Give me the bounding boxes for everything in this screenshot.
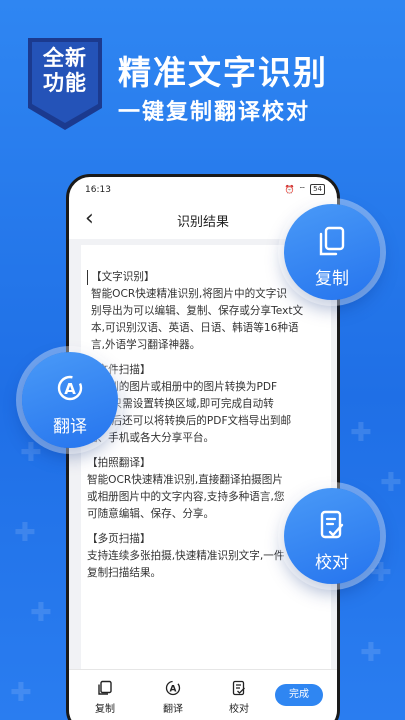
plus-decoration: ✚ [360,638,382,668]
paragraph-scan: 【文件扫描】 识别到的图片或相册中的图片转换为PDF 文档,只需设置转换区域,即… [87,364,292,444]
toolbar-copy-label: 复制 [95,704,115,715]
translate-icon: A [165,680,181,696]
new-feature-badge: 全新 功能 [28,38,102,130]
plus-decoration: ✚ [10,678,32,708]
badge-line-1: 全新 [43,46,87,70]
plus-decoration: ✚ [30,598,52,628]
svg-text:A: A [170,685,177,695]
plus-decoration: ✚ [20,438,42,468]
toolbar-proofread-button[interactable]: 校对 [219,680,259,715]
translate-feature-bubble: A 翻译 [22,352,118,448]
toolbar-translate-button[interactable]: A 翻译 [153,680,193,715]
proofread-bubble-label: 校对 [315,553,349,573]
proofread-feature-bubble: 校对 [284,488,380,584]
done-button[interactable]: 完成 [275,684,323,706]
status-bar: 16:13 ⏰ ⌔ 54 [69,177,337,199]
plus-decoration: ✚ [350,418,372,448]
promo-subtitle: 一键复制翻译校对 [118,100,311,125]
copy-feature-bubble: 复制 [284,204,380,300]
copy-bubble-label: 复制 [315,269,349,289]
plus-decoration: ✚ [380,468,402,498]
svg-text:A: A [64,380,76,398]
badge-line-2: 功能 [43,71,87,95]
toolbar-proofread-label: 校对 [229,704,249,715]
battery-icon: 54 [310,184,325,195]
bottom-toolbar: 复制 A 翻译 校对 完成 [69,669,337,720]
copy-icon [98,680,112,695]
toolbar-copy-button[interactable]: 复制 [85,680,125,715]
promo-title: 精准文字识别 [118,53,328,92]
copy-icon [319,226,345,256]
status-time: 16:13 [85,185,111,195]
translate-bubble-label: 翻译 [53,417,87,437]
alarm-icon: ⏰ [284,185,295,194]
plus-decoration: ✚ [14,518,36,548]
result-text-card[interactable]: 【文字识别】 智能OCR快速精准识别,将图片中的文字识 别导出为可以编辑、复制、… [81,245,331,679]
result-area: 【文字识别】 智能OCR快速精准识别,将图片中的文字识 别导出为可以编辑、复制、… [69,239,337,679]
toolbar-translate-label: 翻译 [163,704,183,715]
wifi-icon: ⌔ [298,184,307,194]
proofread-icon [232,680,245,696]
proofread-icon [320,510,344,539]
translate-icon: A [57,375,83,401]
